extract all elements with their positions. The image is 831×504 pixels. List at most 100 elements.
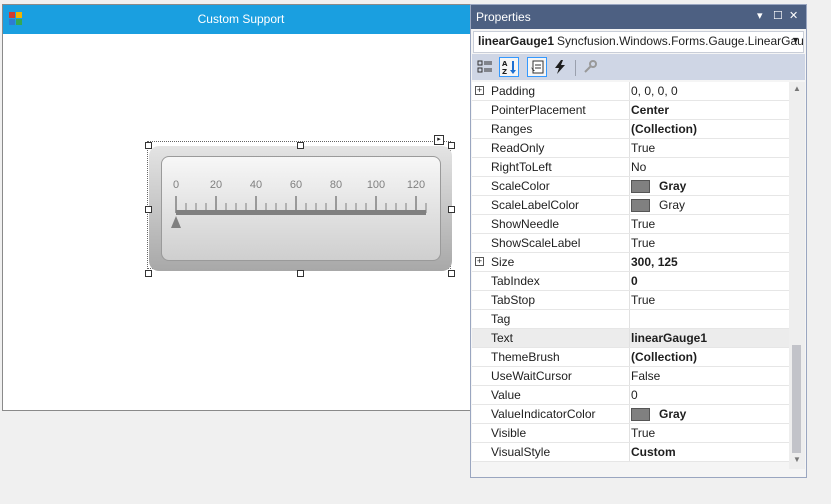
property-name: Size: [490, 253, 630, 271]
property-value-text: True: [631, 426, 656, 440]
svg-text:A: A: [502, 60, 508, 68]
property-value[interactable]: Gray: [631, 177, 789, 195]
resize-handle[interactable]: [297, 270, 304, 277]
scale-label: 20: [210, 179, 222, 191]
property-value[interactable]: Gray: [631, 405, 789, 423]
property-value[interactable]: Center: [631, 101, 789, 119]
property-value[interactable]: True: [631, 234, 789, 252]
property-row[interactable]: ScaleColor Gray: [472, 177, 789, 196]
property-value[interactable]: No: [631, 158, 789, 176]
property-value[interactable]: Custom: [631, 443, 789, 461]
property-value[interactable]: True: [631, 291, 789, 309]
property-value-text: 300, 125: [631, 255, 678, 269]
resize-handle[interactable]: [297, 142, 304, 149]
property-value-text: No: [631, 160, 647, 174]
resize-handle[interactable]: [448, 270, 455, 277]
properties-titlebar: Properties ▾ ☐ ✕: [471, 5, 806, 29]
property-value-text: (Collection): [631, 122, 697, 136]
scale-label: 0: [173, 179, 179, 191]
property-row[interactable]: RightToLeft No: [472, 158, 789, 177]
resize-handle[interactable]: [145, 206, 152, 213]
scale-label: 40: [250, 179, 262, 191]
property-value[interactable]: True: [631, 139, 789, 157]
property-value[interactable]: True: [631, 215, 789, 233]
categorized-icon[interactable]: [475, 57, 495, 77]
property-name: ShowScaleLabel: [490, 234, 630, 252]
property-row[interactable]: TabStop True: [472, 291, 789, 310]
property-row[interactable]: ReadOnly True: [472, 139, 789, 158]
properties-icon[interactable]: [527, 57, 547, 77]
property-value[interactable]: 0: [631, 272, 789, 290]
resize-handle[interactable]: [145, 270, 152, 277]
scale-label: 100: [367, 179, 385, 191]
resize-handle[interactable]: [448, 206, 455, 213]
property-row[interactable]: UseWaitCursor False: [472, 367, 789, 386]
color-swatch: [631, 180, 650, 193]
property-row[interactable]: Visible True: [472, 424, 789, 443]
property-value-text: Gray: [659, 198, 686, 212]
scale-label: 60: [290, 179, 302, 191]
property-row[interactable]: ShowScaleLabel True: [472, 234, 789, 253]
scroll-up-icon[interactable]: ▲: [789, 84, 805, 96]
form-titlebar: Custom Support: [3, 5, 479, 34]
property-row[interactable]: Text linearGauge1: [472, 329, 789, 348]
property-value[interactable]: 0: [631, 386, 789, 404]
property-name: Padding: [490, 82, 630, 100]
property-name: Visible: [490, 424, 630, 442]
property-grid-footer: [472, 462, 789, 477]
property-row[interactable]: Value 0: [472, 386, 789, 405]
property-value[interactable]: (Collection): [631, 348, 789, 366]
close-icon[interactable]: ✕: [789, 9, 798, 23]
property-name: PointerPlacement: [490, 101, 630, 119]
maximize-icon[interactable]: ☐: [773, 9, 783, 23]
property-value-text: True: [631, 217, 656, 231]
property-value-text: Gray: [659, 407, 687, 421]
property-row[interactable]: + Padding 0, 0, 0, 0: [472, 82, 789, 101]
property-value[interactable]: Gray: [631, 196, 789, 214]
property-value[interactable]: True: [631, 424, 789, 442]
property-name: Tag: [490, 310, 630, 328]
property-row[interactable]: PointerPlacement Center: [472, 101, 789, 120]
property-name: Text: [490, 329, 630, 347]
property-name: RightToLeft: [490, 158, 630, 176]
property-row[interactable]: TabIndex 0: [472, 272, 789, 291]
property-value[interactable]: False: [631, 367, 789, 385]
property-row[interactable]: Ranges (Collection): [472, 120, 789, 139]
property-row[interactable]: Tag: [472, 310, 789, 329]
property-pages-icon[interactable]: [580, 57, 600, 77]
object-selector[interactable]: linearGauge1 Syncfusion.Windows.Forms.Gau…: [473, 31, 804, 53]
property-value[interactable]: 300, 125: [631, 253, 789, 271]
property-row[interactable]: ScaleLabelColor Gray: [472, 196, 789, 215]
resize-handle[interactable]: [448, 142, 455, 149]
property-name: VisualStyle: [490, 443, 630, 461]
property-value-text: 0: [631, 274, 638, 288]
property-value[interactable]: [631, 310, 789, 328]
property-row[interactable]: VisualStyle Custom: [472, 443, 789, 462]
property-row[interactable]: ValueIndicatorColor Gray: [472, 405, 789, 424]
property-name: ThemeBrush: [490, 348, 630, 366]
property-value-text: (Collection): [631, 350, 697, 364]
window-menu-dropdown-icon[interactable]: ▾: [757, 9, 763, 23]
chevron-down-icon[interactable]: ▼: [791, 35, 800, 45]
property-grid: + Padding 0, 0, 0, 0 PointerPlacement Center…: [472, 82, 789, 462]
property-grid-scrollbar[interactable]: ▲ ▼: [789, 82, 805, 469]
property-row[interactable]: ShowNeedle True: [472, 215, 789, 234]
value-indicator-icon: [171, 216, 181, 228]
scrollbar-thumb[interactable]: [792, 345, 801, 453]
property-value[interactable]: 0, 0, 0, 0: [631, 82, 789, 100]
events-icon[interactable]: [550, 57, 570, 77]
scroll-down-icon[interactable]: ▼: [789, 455, 805, 467]
object-name: linearGauge1: [478, 34, 555, 48]
expand-icon[interactable]: +: [475, 86, 484, 95]
property-value-text: linearGauge1: [631, 331, 708, 345]
property-value[interactable]: (Collection): [631, 120, 789, 138]
property-row[interactable]: + Size 300, 125: [472, 253, 789, 272]
expand-icon[interactable]: +: [475, 257, 484, 266]
smart-tag-glyph[interactable]: ▸: [434, 135, 444, 145]
properties-title: Properties: [476, 10, 531, 24]
alphabetical-icon[interactable]: AZ: [499, 57, 519, 77]
resize-handle[interactable]: [145, 142, 152, 149]
property-value[interactable]: linearGauge1: [631, 329, 789, 347]
property-row[interactable]: ThemeBrush (Collection): [472, 348, 789, 367]
scale-label: 80: [330, 179, 342, 191]
